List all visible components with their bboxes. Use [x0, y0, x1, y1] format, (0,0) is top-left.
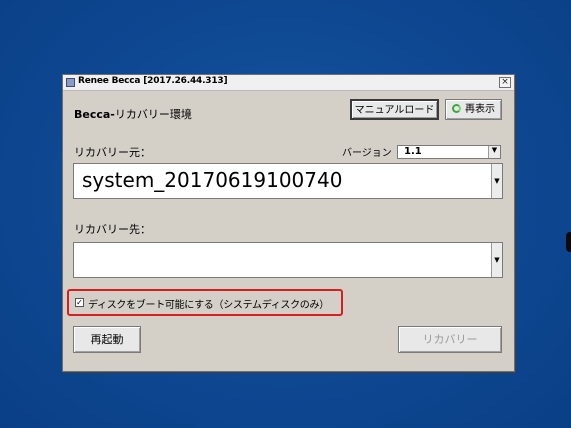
reload-button[interactable]: 再表示	[445, 99, 502, 120]
version-label: バージョン	[342, 148, 392, 159]
restart-button[interactable]: 再起動	[73, 326, 141, 353]
window-title: Renee Becca [2017.26.44.313]	[78, 76, 228, 86]
environment-text: リカバリー環境	[114, 108, 192, 121]
title-bar[interactable]: Renee Becca [2017.26.44.313] ×	[63, 75, 514, 91]
source-value: system_20170619100740	[82, 168, 343, 192]
bootable-checkbox[interactable]: ✓	[75, 298, 84, 307]
version-value: 1.1	[404, 146, 422, 157]
recover-button[interactable]: リカバリー	[398, 326, 502, 353]
bootable-option[interactable]: ✓ ディスクをブート可能にする（システムディスクのみ）	[67, 289, 343, 316]
close-icon: ×	[501, 77, 509, 87]
dropdown-arrow-icon[interactable]: ▼	[488, 146, 500, 158]
source-combobox[interactable]: system_20170619100740 ▼	[73, 163, 503, 199]
bootable-label: ディスクをブート可能にする（システムディスクのみ）	[88, 300, 329, 311]
screen-edge-shadow	[566, 232, 571, 252]
version-select[interactable]: 1.1 ▼	[397, 145, 501, 159]
destination-combobox[interactable]: ▼	[73, 242, 503, 278]
reload-button-label: 再表示	[465, 104, 495, 115]
dropdown-arrow-icon[interactable]: ▼	[491, 164, 502, 198]
app-icon	[66, 78, 75, 87]
close-button[interactable]: ×	[499, 77, 511, 88]
source-label: リカバリー元：	[74, 146, 151, 159]
destination-label: リカバリー先：	[74, 223, 151, 236]
manual-load-button[interactable]: マニュアルロード	[350, 99, 439, 120]
environment-label: Becca-リカバリー環境	[74, 106, 192, 122]
dropdown-arrow-icon[interactable]: ▼	[491, 243, 502, 277]
recovery-dialog: Renee Becca [2017.26.44.313] × Becca-リカバ…	[62, 74, 515, 372]
refresh-icon	[452, 104, 461, 113]
brand-name: Becca-	[74, 108, 115, 121]
